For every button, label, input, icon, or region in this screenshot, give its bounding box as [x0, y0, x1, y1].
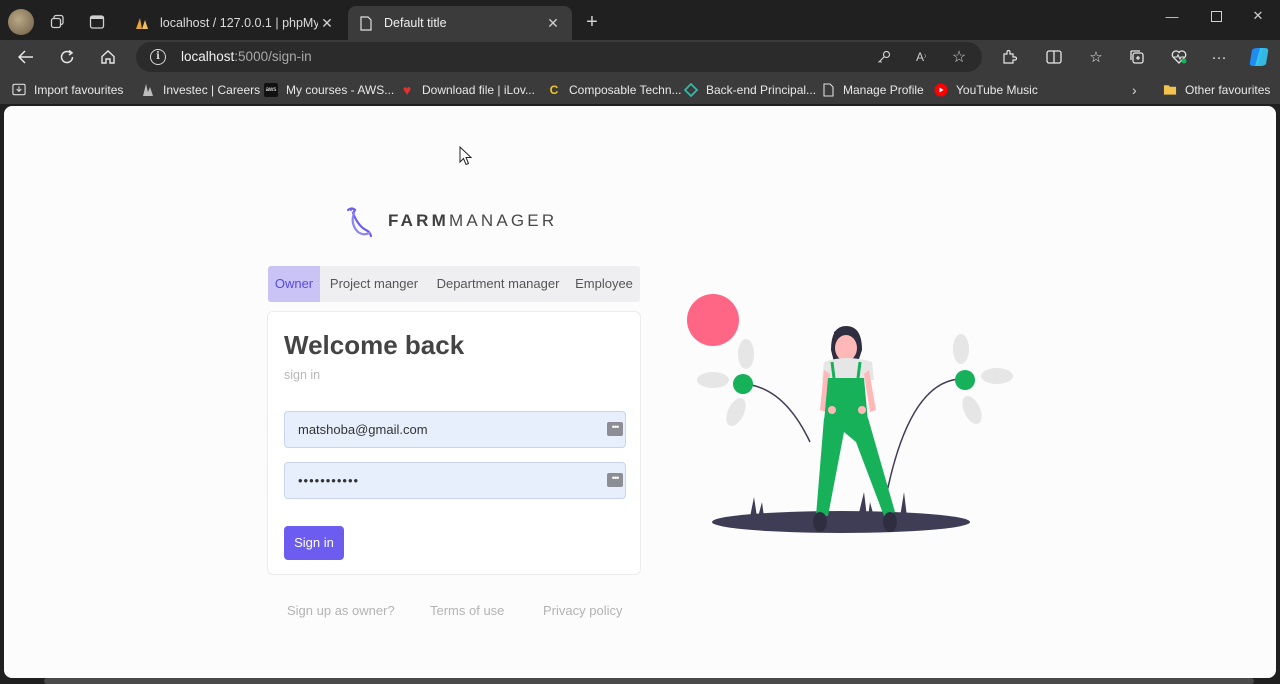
phpmyadmin-icon [134, 15, 150, 31]
tab-role-owner[interactable]: Owner [268, 266, 320, 302]
bookmark-aws-courses[interactable]: aws My courses - AWS... [264, 81, 394, 98]
more-menu-icon[interactable]: ··· [1206, 44, 1232, 70]
investec-icon [141, 83, 155, 97]
bookmark-other-favourites[interactable]: Other favourites [1163, 81, 1270, 98]
bookmark-investec[interactable]: Investec | Careers [141, 81, 260, 98]
bookmark-ilovepdf[interactable]: ♥ Download file | iLov... [400, 81, 535, 98]
page-viewport: FARMMANAGER Owner Project manger Departm… [4, 106, 1276, 678]
bookmark-composable[interactable]: C Composable Techn... [547, 81, 682, 98]
signin-card: Welcome back sign in matshoba@gmail.com … [267, 311, 641, 575]
email-value: matshoba@gmail.com [298, 422, 428, 437]
gardener-illustration [687, 294, 1013, 533]
read-aloud-icon[interactable]: A ⁾ [911, 47, 931, 67]
diamond-icon [684, 82, 698, 97]
favourites-icon[interactable]: ☆ [1083, 44, 1109, 70]
page-icon [358, 15, 374, 31]
tab-title: Default title [384, 16, 447, 30]
tab-actions-icon[interactable] [85, 10, 109, 34]
gardener-person [813, 326, 897, 532]
maximize-icon[interactable] [1194, 4, 1238, 28]
close-window-icon[interactable]: ✕ [1236, 4, 1280, 28]
password-manager-icon[interactable]: ••• [607, 473, 623, 487]
split-screen-icon[interactable] [1041, 44, 1067, 70]
refresh-icon[interactable] [54, 44, 80, 70]
home-icon[interactable] [95, 44, 121, 70]
import-icon [12, 83, 26, 97]
chevron-right-icon[interactable]: › [1132, 81, 1137, 98]
aws-icon: aws [264, 82, 278, 97]
password-field[interactable]: ••••••••••• ••• [284, 462, 626, 499]
close-tab-icon[interactable]: ✕ [318, 15, 336, 32]
right-flower [885, 334, 1013, 498]
terms-of-use-link[interactable]: Terms of use [430, 603, 504, 618]
tab-role-project-manager[interactable]: Project manger [320, 266, 428, 302]
bookmark-backend-principal[interactable]: Back-end Principal... [684, 81, 816, 98]
signin-subheading: sign in [284, 368, 321, 382]
folder-icon [1163, 83, 1177, 97]
browser-toolbar: i localhost:5000/sign-in A ⁾ ☆ ☆ ··· [0, 40, 1280, 74]
bird-logo-icon [346, 207, 373, 238]
favourite-star-icon[interactable]: ☆ [949, 47, 969, 67]
address-url: localhost:5000/sign-in [181, 49, 312, 64]
browser-tab-strip: localhost / 127.0.0.1 | phpMyAdmin ✕ Def… [0, 0, 1280, 44]
bookmark-import-favourites[interactable]: Import favourites [12, 81, 123, 98]
composable-icon: C [549, 82, 559, 97]
sun-circle [687, 294, 739, 346]
ilovepdf-icon: ♥ [402, 81, 412, 98]
close-tab-icon[interactable]: ✕ [544, 15, 562, 32]
youtube-music-icon [934, 83, 948, 97]
key-icon[interactable] [874, 47, 894, 67]
role-tabs: Owner Project manger Department manager … [268, 266, 640, 302]
mouse-cursor-icon [459, 146, 473, 166]
extensions-icon[interactable] [996, 44, 1022, 70]
profile-avatar[interactable] [8, 9, 34, 35]
sign-up-owner-link[interactable]: Sign up as owner? [287, 603, 395, 618]
address-bar[interactable]: i localhost:5000/sign-in A ⁾ ☆ [136, 42, 982, 72]
collections-icon[interactable] [1124, 44, 1150, 70]
password-manager-icon[interactable]: ••• [607, 422, 623, 436]
workspaces-icon[interactable] [46, 10, 70, 34]
privacy-policy-link[interactable]: Privacy policy [543, 603, 622, 618]
tab-default-title[interactable]: Default title ✕ [348, 6, 572, 40]
email-field[interactable]: matshoba@gmail.com ••• [284, 411, 626, 448]
copilot-icon[interactable] [1246, 44, 1272, 70]
minimize-icon[interactable]: — [1150, 4, 1194, 28]
tab-role-department-manager[interactable]: Department manager [428, 266, 568, 302]
sign-in-button[interactable]: Sign in [284, 526, 344, 560]
bookmark-youtube-music[interactable]: YouTube Music [934, 81, 1038, 98]
new-tab-icon[interactable]: + [580, 10, 604, 34]
tab-title: localhost / 127.0.0.1 | phpMyAdmin [160, 16, 318, 30]
favourites-bar: Import favourites Investec | Careers aws… [0, 74, 1280, 104]
page-icon [821, 82, 835, 97]
left-flower [697, 339, 811, 443]
horizontal-scrollbar[interactable] [44, 678, 1254, 684]
brand-logo: FARMMANAGER [344, 204, 557, 238]
site-info-icon[interactable]: i [150, 49, 166, 65]
brand-wordmark: FARMMANAGER [388, 211, 558, 230]
bookmark-manage-profile[interactable]: Manage Profile [821, 81, 924, 98]
welcome-heading: Welcome back [284, 330, 465, 360]
back-icon[interactable] [13, 44, 39, 70]
tab-role-employee[interactable]: Employee [568, 266, 640, 302]
browser-essentials-icon[interactable] [1166, 44, 1192, 70]
password-value: ••••••••••• [298, 473, 360, 488]
tab-phpmyadmin[interactable]: localhost / 127.0.0.1 | phpMyAdmin ✕ [124, 6, 346, 40]
